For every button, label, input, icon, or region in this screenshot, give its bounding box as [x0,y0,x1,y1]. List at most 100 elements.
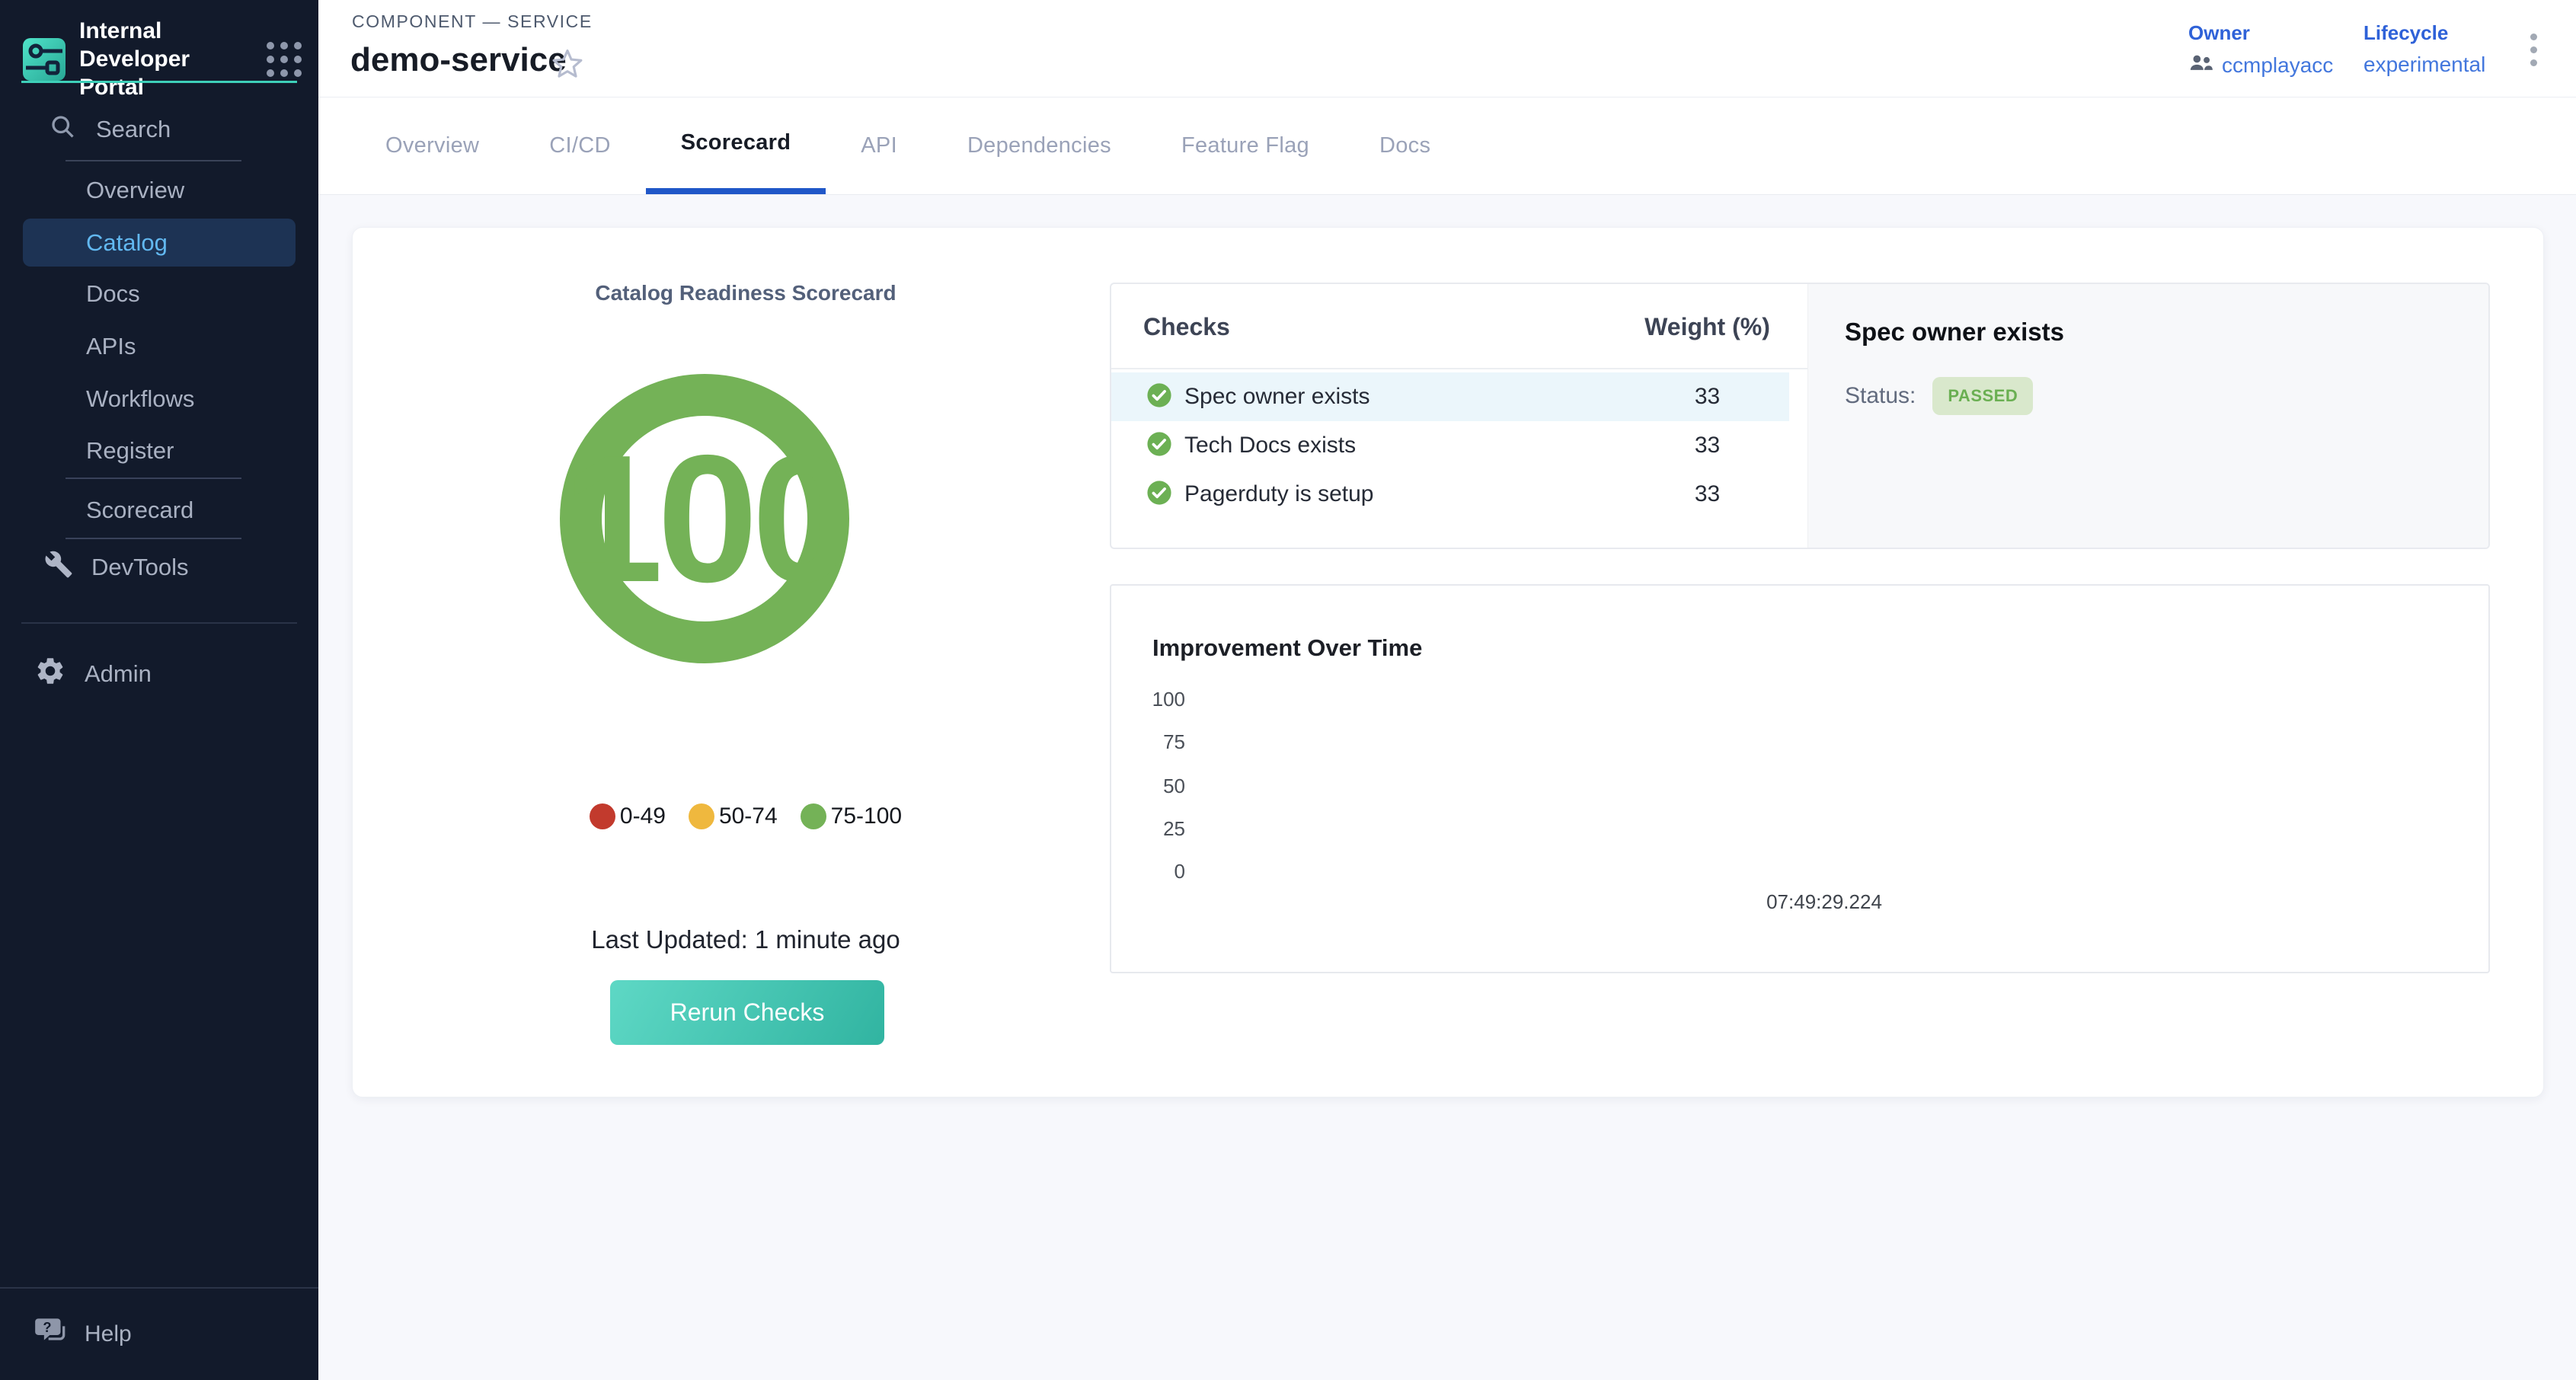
help-chat-icon: ? [34,1316,68,1353]
devtools-label: DevTools [91,554,189,581]
tab-content: Catalog Readiness Scorecard 100 0-49 50-… [318,195,2576,1380]
legend-yellow-dot [689,803,714,829]
sidebar-item-help[interactable]: ? Help [34,1316,132,1353]
check-name: Pagerduty is setup [1184,481,1373,507]
check-passed-icon [1146,431,1172,461]
sidebar-item-scorecard[interactable]: Scorecard [86,497,193,524]
legend-item-mid: 50-74 [689,803,778,829]
sidebar-section-divider [21,622,297,624]
apps-grid-icon[interactable] [267,42,302,77]
check-detail-status-row: Status: PASSED [1845,377,2033,415]
owner-label: Owner [2188,21,2333,45]
sidebar: Internal Developer Portal Search Overvie… [0,0,318,1380]
tab-dependencies[interactable]: Dependencies [932,97,1146,194]
group-icon [2188,53,2214,78]
sidebar-search[interactable]: Search [49,113,171,146]
main-area: COMPONENT — SERVICE demo-service Owner c… [318,0,2576,1380]
score-gauge: 100 [560,374,849,663]
check-detail-panel: Spec owner exists Status: PASSED [1807,284,2488,548]
tab-feature-flag[interactable]: Feature Flag [1146,97,1344,194]
check-name: Spec owner exists [1184,384,1369,410]
legend-item-low: 0-49 [590,803,666,829]
scorecard-title: Catalog Readiness Scorecard [353,281,1139,305]
check-row-pagerduty[interactable]: Pagerduty is setup 33 [1111,470,1789,519]
status-badge: PASSED [1932,377,2033,415]
entity-header: COMPONENT — SERVICE demo-service Owner c… [318,0,2576,97]
check-weight: 33 [1606,481,1808,507]
legend-green-dot [801,803,826,829]
search-label: Search [96,116,171,143]
check-weight: 33 [1606,384,1808,410]
legend-red-dot [590,803,615,829]
tab-scorecard[interactable]: Scorecard [646,97,826,194]
y-tick-50: 50 [1111,775,1185,798]
owner-value: ccmplayacc [2222,53,2333,78]
breadcrumb: COMPONENT — SERVICE [352,11,593,32]
improvement-chart: Improvement Over Time 100 75 50 25 0 07:… [1110,584,2490,973]
chart-title: Improvement Over Time [1152,634,1422,662]
tab-api[interactable]: API [826,97,932,194]
sidebar-item-devtools[interactable]: DevTools [44,550,189,585]
kebab-menu-icon[interactable] [2527,30,2540,69]
score-value: 100 [562,415,846,623]
y-tick-0: 0 [1111,860,1185,883]
sidebar-divider-2 [66,538,241,539]
legend-low-label: 0-49 [620,803,666,829]
sidebar-item-catalog-label: Catalog [86,229,168,257]
rerun-checks-button[interactable]: Rerun Checks [610,980,884,1045]
sidebar-divider [66,478,241,479]
entity-tabs: Overview CI/CD Scorecard API Dependencie… [318,97,2576,195]
check-weight: 33 [1606,433,1808,458]
lifecycle-value: experimental [2363,53,2485,77]
check-name: Tech Docs exists [1184,433,1356,458]
y-tick-75: 75 [1111,730,1185,754]
sidebar-item-workflows[interactable]: Workflows [86,385,194,413]
x-axis-label: 07:49:29.224 [1520,890,2129,914]
checks-column-header: Checks [1143,313,1230,341]
sidebar-item-apis[interactable]: APIs [86,333,136,360]
legend-high-label: 75-100 [831,803,902,829]
owner-block: Owner ccmplayacc [2188,21,2333,78]
svg-text:?: ? [43,1319,51,1335]
scorecard-card: Catalog Readiness Scorecard 100 0-49 50-… [352,227,2544,1097]
sidebar-item-overview[interactable]: Overview [86,177,184,204]
wrench-icon [44,550,73,585]
help-label: Help [85,1321,132,1347]
search-icon [49,113,76,146]
logo-row: Internal Developer Portal [23,17,302,101]
legend-mid-label: 50-74 [719,803,778,829]
status-label: Status: [1845,383,1916,409]
check-row-tech-docs[interactable]: Tech Docs exists 33 [1111,421,1789,470]
tab-overview[interactable]: Overview [350,97,514,194]
sidebar-item-admin[interactable]: Admin [34,655,152,693]
check-row-spec-owner[interactable]: Spec owner exists 33 [1111,372,1789,421]
tab-cicd[interactable]: CI/CD [514,97,645,194]
lifecycle-block: Lifecycle experimental [2363,21,2485,77]
lifecycle-label: Lifecycle [2363,21,2485,45]
check-detail-title: Spec owner exists [1845,318,2064,347]
y-tick-100: 100 [1111,688,1185,711]
owner-link[interactable]: ccmplayacc [2188,53,2333,78]
help-divider [0,1287,318,1289]
admin-label: Admin [85,660,152,688]
check-passed-icon [1146,480,1172,510]
portal-logo-icon [23,38,66,81]
portal-title: Internal Developer Portal [79,17,254,101]
checks-panel: Checks Weight (%) Spec owner exists 33 [1110,283,2490,549]
score-legend: 0-49 50-74 75-100 [353,803,1139,829]
y-tick-25: 25 [1111,817,1185,841]
search-divider [66,160,241,161]
checks-table: Checks Weight (%) Spec owner exists 33 [1111,284,1807,548]
sidebar-item-docs[interactable]: Docs [86,280,140,308]
sidebar-item-register[interactable]: Register [86,437,174,465]
tab-docs[interactable]: Docs [1344,97,1465,194]
weight-column-header: Weight (%) [1606,313,1808,341]
sidebar-accent-divider [21,81,297,83]
checks-table-header: Checks Weight (%) [1111,284,1807,369]
last-updated-text: Last Updated: 1 minute ago [353,925,1139,954]
favorite-star-icon[interactable] [551,47,583,83]
check-passed-icon [1146,382,1172,412]
legend-item-high: 75-100 [801,803,902,829]
sidebar-item-catalog[interactable]: Catalog [23,219,296,267]
gear-icon [34,655,66,693]
